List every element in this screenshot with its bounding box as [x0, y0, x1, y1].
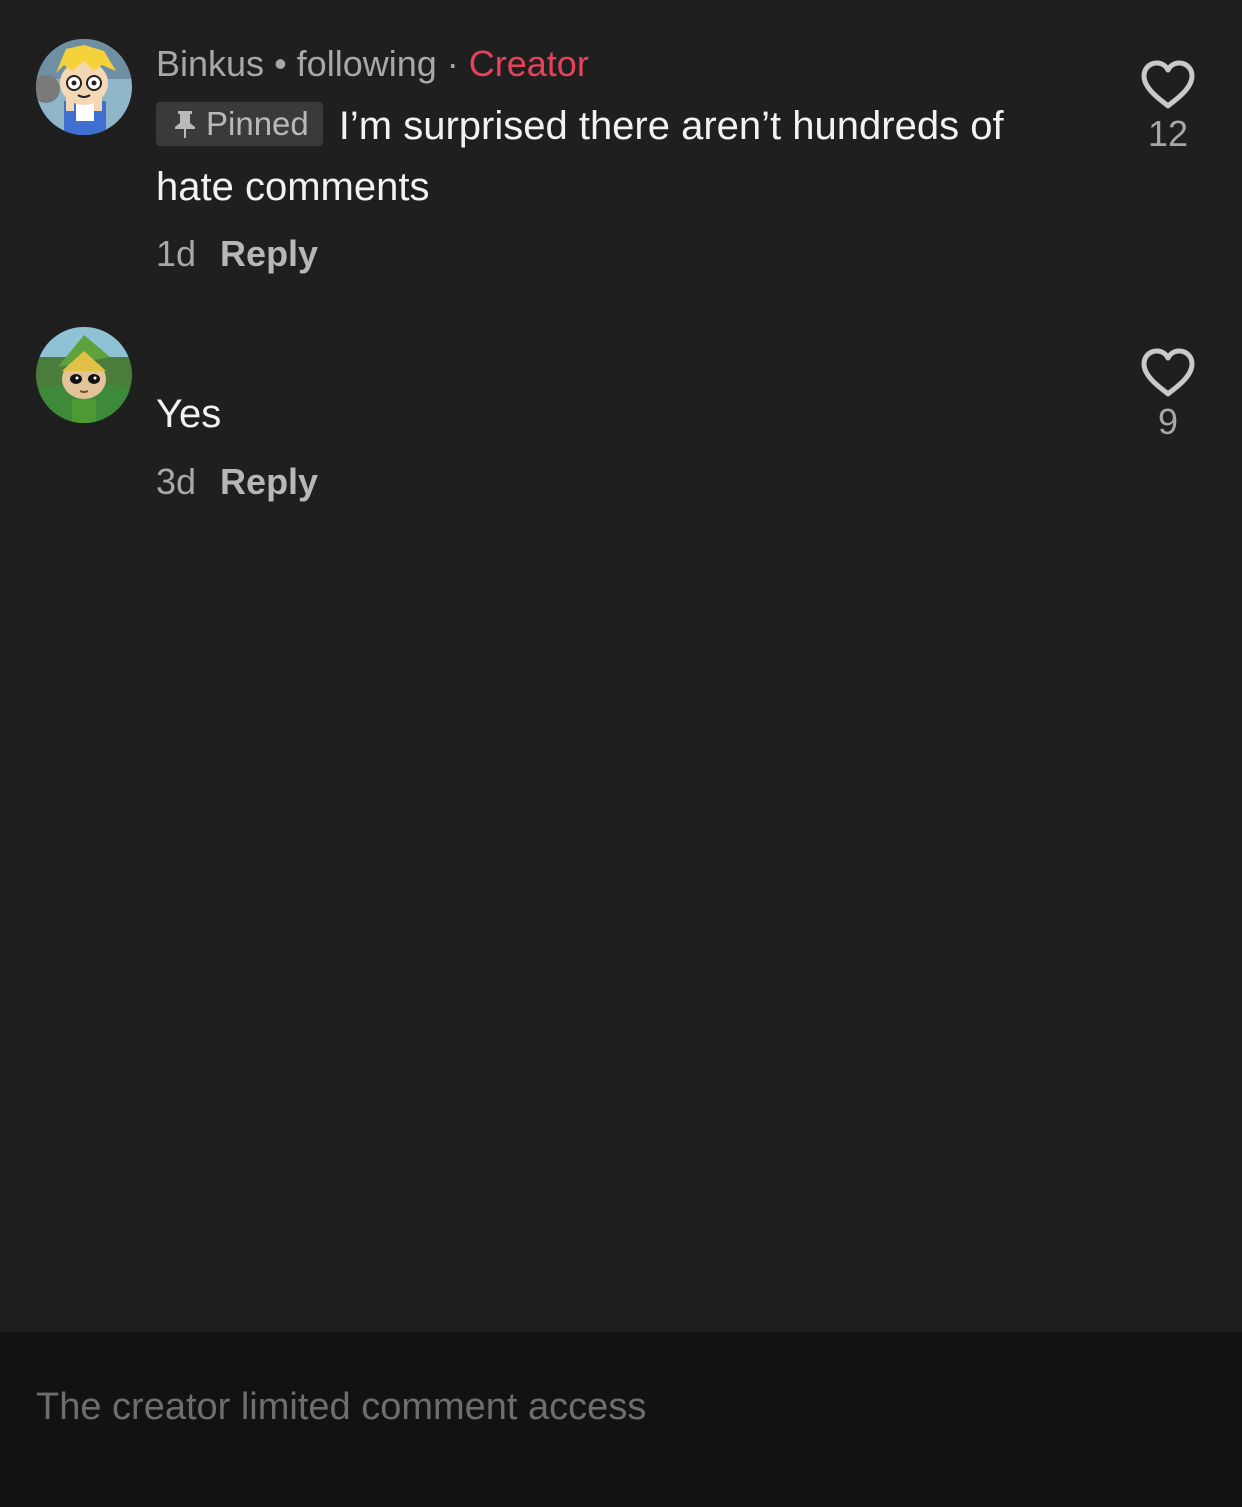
creator-badge: Creator	[468, 43, 589, 84]
comment-age: 1d	[156, 233, 197, 274]
limited-access-message: The creator limited comment access	[36, 1386, 647, 1428]
meta-separator: ·	[446, 43, 459, 84]
comment-item: Binkus • following · Creator Pinned I’m surpr…	[0, 0, 1242, 300]
comment-text-block: Yes	[156, 384, 1086, 445]
cartoon-blonde-character-avatar-icon	[36, 39, 132, 135]
comment-footer: 1d Reply	[156, 232, 318, 276]
avatar[interactable]	[36, 327, 132, 423]
comments-page: Binkus • following · Creator Pinned I’m surpr…	[0, 0, 1242, 1507]
pin-icon	[175, 111, 195, 138]
avatar[interactable]	[36, 39, 132, 135]
pinned-label: Pinned	[206, 105, 309, 142]
like-count: 12	[1147, 113, 1189, 154]
like-button[interactable]: 12	[1136, 60, 1200, 156]
reply-button[interactable]: Reply	[220, 461, 318, 502]
comment-item: Yes 3d Reply 9	[0, 300, 1242, 540]
heart-icon[interactable]	[1140, 348, 1196, 398]
comment-text-block: Pinned I’m surprised there aren’t hundred…	[156, 96, 1086, 218]
heart-icon[interactable]	[1140, 60, 1196, 110]
cartoon-green-elf-avatar-icon	[36, 327, 132, 423]
like-count: 9	[1157, 401, 1179, 442]
reply-button[interactable]: Reply	[220, 233, 318, 274]
comment-meta: Binkus • following · Creator	[156, 42, 589, 86]
relation-label: following	[296, 43, 437, 84]
comment-age: 3d	[156, 461, 197, 502]
like-button[interactable]: 9	[1136, 348, 1200, 444]
comment-access-bar: The creator limited comment access	[0, 1332, 1242, 1507]
meta-separator: •	[274, 43, 287, 84]
pinned-badge: Pinned	[156, 102, 323, 146]
comment-footer: 3d Reply	[156, 460, 318, 504]
username[interactable]: Binkus	[156, 43, 264, 84]
comment-text: Yes	[156, 392, 222, 436]
